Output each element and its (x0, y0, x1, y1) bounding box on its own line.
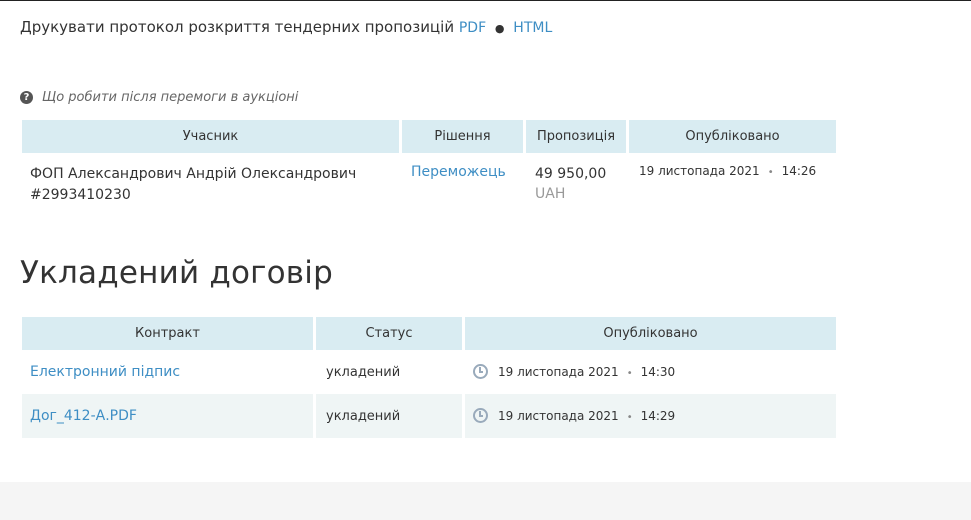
clock-icon (473, 363, 488, 379)
contract-link-pdf[interactable]: Дог_412-А.PDF (30, 408, 137, 424)
bullet-separator: • (626, 367, 633, 379)
question-circle-icon: ? (20, 91, 33, 104)
offer-amount: 49 950,00 (535, 166, 607, 182)
col-header-offer: Пропозиція (526, 120, 629, 153)
col-header-published: Опубліковано (629, 120, 836, 153)
winner-link[interactable]: Переможець (411, 164, 506, 180)
contract-published-cell: 19 листопада 2021 • 14:29 (465, 394, 836, 438)
published-cell: 19 листопада 2021 • 14:26 (629, 153, 836, 208)
bullet-separator: • (626, 411, 633, 423)
help-link-line[interactable]: ? Що робити після перемоги в аукціоні (20, 90, 298, 105)
help-link[interactable]: Що робити після перемоги в аукціоні (42, 90, 298, 105)
contract-published-time: 14:30 (640, 364, 676, 379)
print-protocol-line: Друкувати протокол розкриття тендерних п… (20, 18, 552, 36)
published-time: 14:26 (781, 164, 817, 178)
contract-published-time: 14:29 (640, 408, 676, 423)
contract-status: укладений (316, 394, 465, 438)
top-border (0, 0, 971, 1)
col-header-participant: Учасник (22, 120, 402, 153)
participant-name: ФОП Александрович Андрій Олександрович (30, 166, 357, 182)
published-date: 19 листопада 2021 (639, 164, 760, 178)
table-row: Електронний підпис укладений 19 листопад… (22, 350, 836, 394)
offer-currency: UAH (535, 186, 566, 202)
award-table: Учасник Рішення Пропозиція Опубліковано … (22, 120, 836, 208)
contract-link-signature[interactable]: Електронний підпис (30, 364, 180, 380)
offer-cell: 49 950,00 UAH (526, 153, 629, 208)
bullet-separator: • (767, 167, 774, 178)
contract-published-cell: 19 листопада 2021 • 14:30 (465, 350, 836, 394)
decision-cell: Переможець (402, 153, 526, 208)
award-table-header: Учасник Рішення Пропозиція Опубліковано (22, 120, 836, 153)
contract-published-date: 19 листопада 2021 (498, 408, 619, 423)
contract-name-cell: Дог_412-А.PDF (22, 394, 316, 438)
print-protocol-label: Друкувати протокол розкриття тендерних п… (20, 18, 455, 36)
participant-id: #2993410230 (30, 187, 131, 203)
contract-name-cell: Електронний підпис (22, 350, 316, 394)
col-header-published: Опубліковано (465, 317, 836, 350)
contract-published-date: 19 листопада 2021 (498, 364, 619, 379)
contract-status: укладений (316, 350, 465, 394)
print-html-link[interactable]: HTML (513, 20, 552, 36)
contract-table-header: Контракт Статус Опубліковано (22, 317, 836, 350)
participant-cell: ФОП Александрович Андрій Олександрович #… (22, 153, 402, 208)
col-header-status: Статус (316, 317, 465, 350)
col-header-decision: Рішення (402, 120, 526, 153)
contract-table: Контракт Статус Опубліковано Електронний… (22, 317, 836, 438)
col-header-contract: Контракт (22, 317, 316, 350)
table-row: Дог_412-А.PDF укладений 19 листопада 202… (22, 394, 836, 438)
print-pdf-link[interactable]: PDF (459, 20, 486, 36)
clock-icon (473, 407, 488, 423)
page-footer (0, 482, 971, 520)
table-row: ФОП Александрович Андрій Олександрович #… (22, 153, 836, 208)
contract-section-title: Укладений договір (20, 255, 333, 291)
separator-dot: ● (494, 22, 505, 35)
